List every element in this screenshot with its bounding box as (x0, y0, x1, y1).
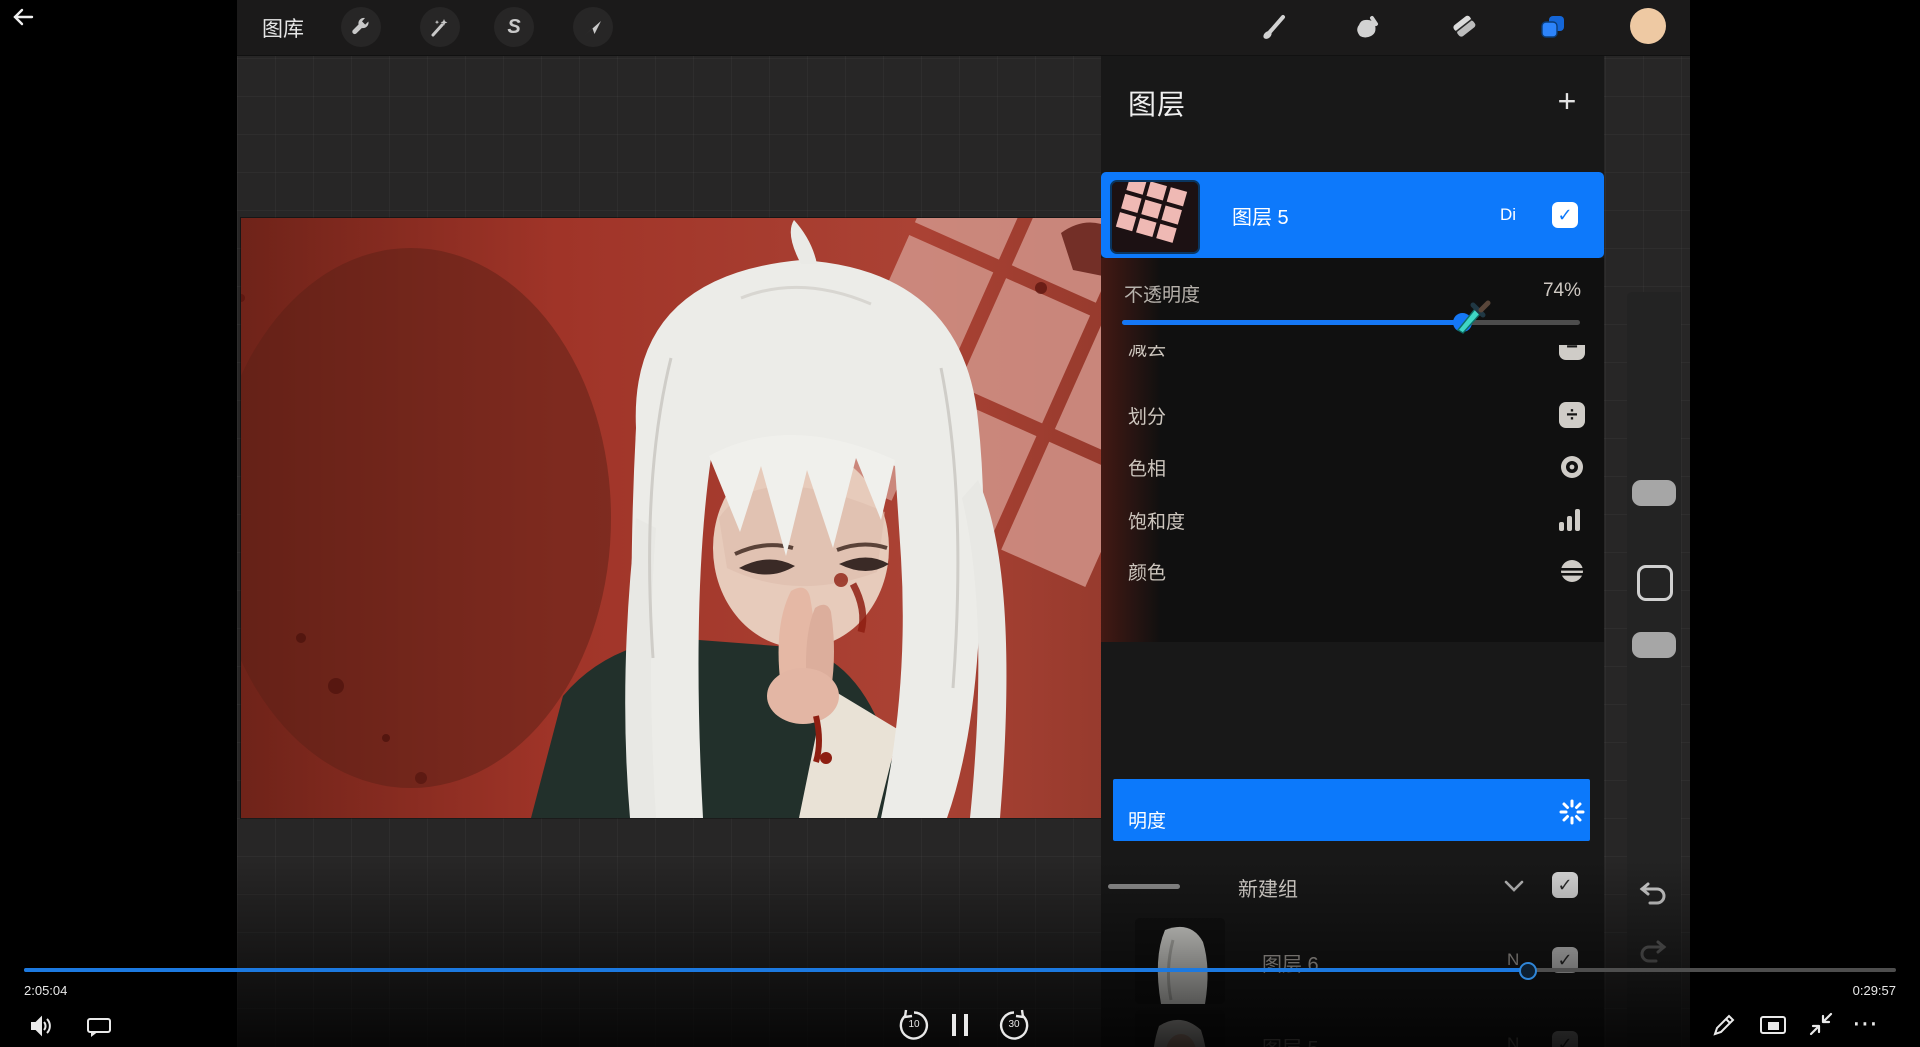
blend-mode-row-hue[interactable]: 色相 (1101, 441, 1595, 493)
layer-name: 图层 5 (1232, 172, 1289, 258)
redo-button[interactable] (1638, 938, 1668, 966)
add-layer-button[interactable]: + (1549, 83, 1585, 119)
eraser-tool-button[interactable] (1447, 8, 1483, 46)
undo-button[interactable] (1638, 880, 1668, 908)
blend-mode-row-saturation[interactable]: 饱和度 (1101, 494, 1595, 546)
layers-panel: 图层 + 图层 5 Di ✓ 不透明度 74% 减去 − (1101, 55, 1604, 1047)
smudge-finger-icon (1352, 12, 1382, 42)
layer-thumbnail (1135, 1010, 1225, 1047)
progress-knob[interactable] (1519, 962, 1537, 980)
layer-name: 图层 6 (1262, 948, 1319, 977)
blend-mode-badge[interactable]: N (1507, 1034, 1519, 1047)
brush-icon (1259, 12, 1289, 42)
layer-row-selected[interactable]: 图层 5 Di ✓ (1101, 172, 1604, 258)
smudge-tool-button[interactable] (1349, 8, 1385, 46)
transform-arrow-icon (582, 16, 604, 38)
modify-button[interactable] (1637, 565, 1673, 601)
layer-visibility-checkbox[interactable]: ✓ (1552, 1031, 1578, 1047)
brush-opacity-slider-handle[interactable] (1632, 632, 1676, 658)
group-name: 新建组 (1238, 873, 1298, 902)
color-swatch-button[interactable] (1630, 8, 1666, 44)
saturation-icon (1559, 507, 1585, 531)
wrench-icon (350, 16, 372, 38)
layers-panel-title: 图层 (1128, 83, 1186, 123)
group-collapsed-line (1108, 884, 1180, 889)
remaining-time: 0:29:57 (1796, 983, 1896, 998)
actions-wrench-button[interactable] (341, 7, 381, 47)
eraser-icon (1450, 12, 1480, 42)
brush-tool-button[interactable] (1256, 8, 1292, 46)
forward-30-button[interactable]: 30 (996, 1008, 1032, 1042)
sword-cursor (1452, 296, 1492, 336)
layers-panel-button[interactable] (1535, 8, 1571, 46)
current-time: 2:05:04 (24, 983, 67, 998)
more-options-button[interactable]: ⋯ (1852, 1008, 1880, 1039)
volume-button[interactable] (24, 1012, 58, 1040)
opacity-label: 不透明度 (1124, 280, 1200, 307)
progress-bar[interactable] (24, 968, 1896, 972)
gallery-button[interactable]: 图库 (262, 13, 304, 43)
blend-mode-row-luminosity-selected[interactable]: 明度 (1113, 779, 1590, 841)
group-visibility-checkbox[interactable]: ✓ (1552, 872, 1578, 898)
subtitles-button[interactable] (82, 1012, 116, 1040)
layer-name: 图层 5 (1262, 1032, 1319, 1047)
brush-size-slider-handle[interactable] (1632, 480, 1676, 506)
brush-sidebar (1627, 292, 1681, 1047)
divide-icon: ÷ (1559, 402, 1585, 428)
layers-icon (1537, 11, 1569, 43)
selection-tool-button[interactable]: S (494, 7, 534, 47)
forward-amount: 30 (996, 1019, 1032, 1030)
subtract-icon: − (1559, 345, 1585, 360)
artwork (241, 218, 1141, 818)
painting-canvas[interactable] (241, 218, 1141, 818)
layer-thumbnail (1135, 918, 1225, 1004)
selection-s-icon: S (507, 16, 520, 39)
opacity-slider[interactable] (1122, 320, 1580, 325)
annotate-pencil-button[interactable] (1708, 1010, 1740, 1040)
blend-mode-row-divide[interactable]: 划分 ÷ (1101, 389, 1595, 441)
layer-thumbnail (1110, 180, 1200, 254)
adjustments-wand-button[interactable] (420, 7, 460, 47)
pip-button[interactable] (1756, 1012, 1790, 1038)
group-row[interactable]: 新建组 ✓ (1101, 860, 1604, 912)
rewind-10-button[interactable]: 10 (896, 1008, 932, 1042)
rewind-amount: 10 (896, 1019, 932, 1030)
blend-mode-row-partial[interactable]: 减去 − (1101, 345, 1595, 375)
progress-bar-fill (24, 968, 1527, 972)
blend-mode-badge[interactable]: Di (1500, 172, 1516, 258)
luminosity-icon (1559, 799, 1585, 825)
magic-wand-icon (429, 16, 451, 38)
layer-visibility-checkbox[interactable]: ✓ (1552, 202, 1578, 228)
transform-arrow-button[interactable] (573, 7, 613, 47)
opacity-slider-fill (1122, 320, 1461, 325)
chevron-down-icon[interactable] (1501, 874, 1527, 898)
exit-fullscreen-button[interactable] (1804, 1008, 1838, 1040)
hue-icon (1559, 454, 1585, 480)
color-blend-icon (1559, 558, 1585, 584)
layer-row-5-bottom[interactable]: 图层 5 N ✓ (1101, 1010, 1604, 1047)
back-button[interactable] (8, 4, 38, 30)
blend-mode-row-color[interactable]: 颜色 (1101, 545, 1595, 597)
layer-row-6[interactable]: 图层 6 N ✓ (1101, 918, 1604, 1004)
blend-mode-badge[interactable]: N (1507, 950, 1519, 970)
opacity-value: 74% (1485, 280, 1581, 302)
pause-button[interactable] (947, 1012, 973, 1038)
blend-dropdown: 不透明度 74% 减去 − 划分 ÷ 色相 饱和度 (1101, 258, 1604, 642)
